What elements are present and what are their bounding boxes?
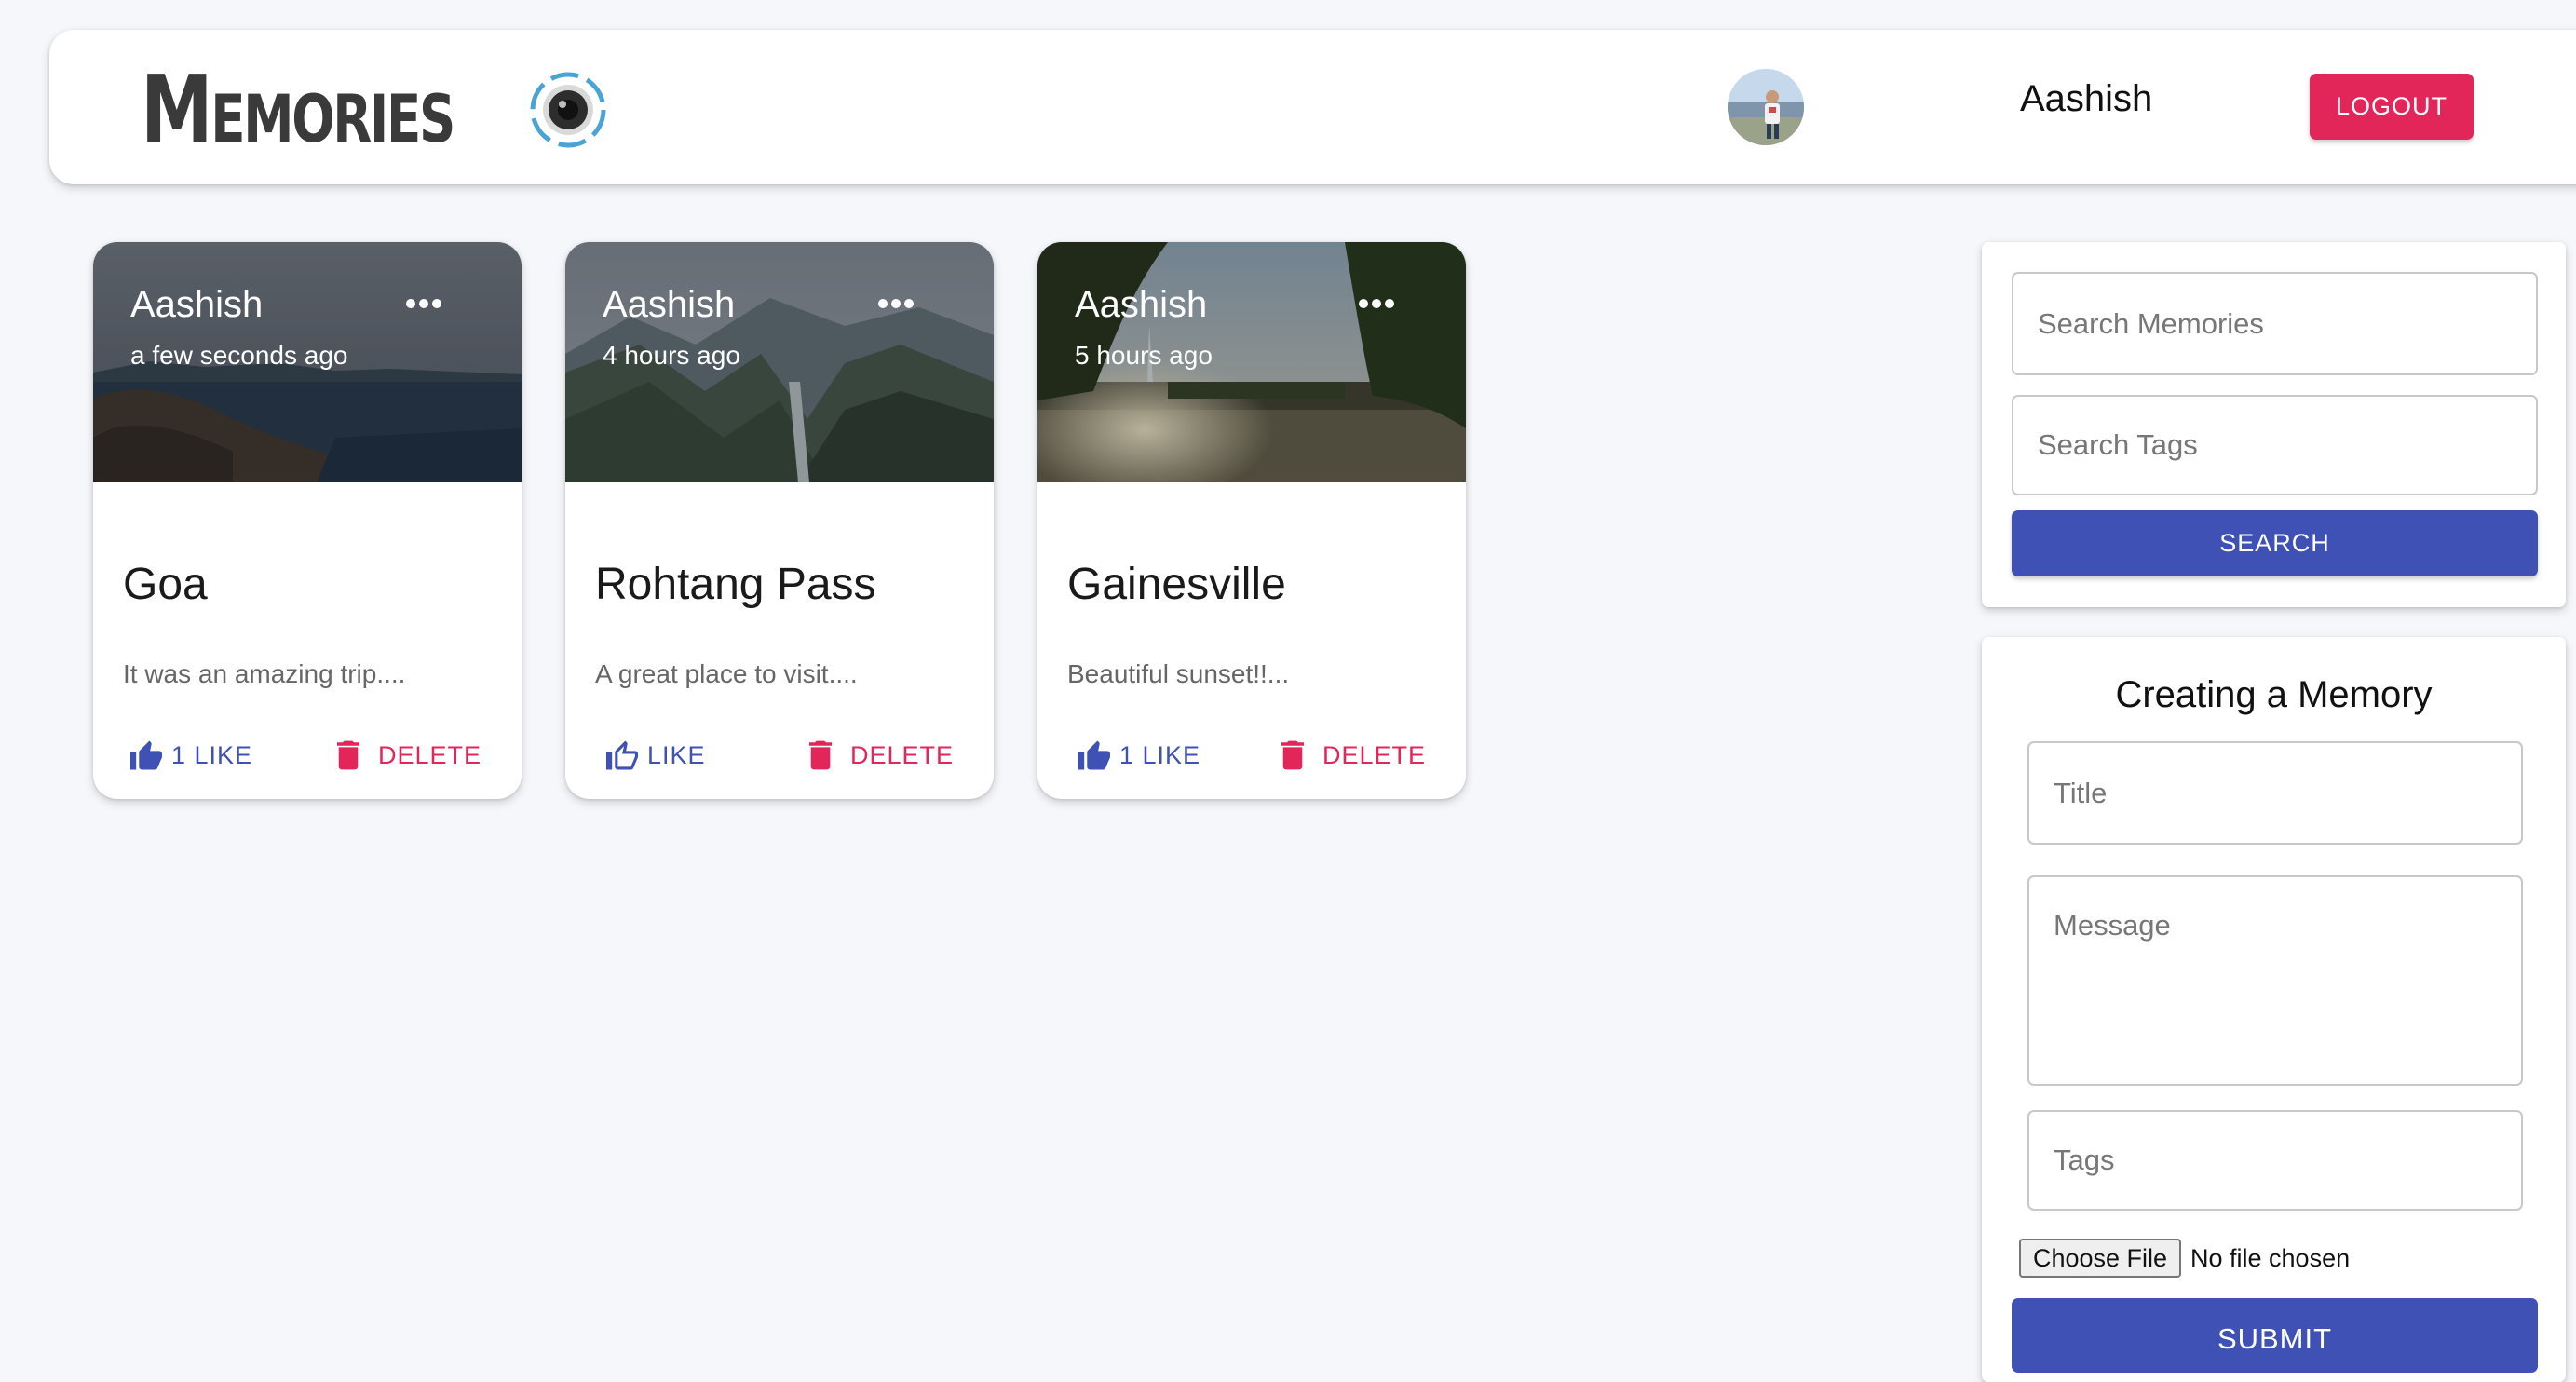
like-button[interactable]: 1 LIKE bbox=[129, 726, 252, 784]
post-author: Aashish bbox=[130, 284, 264, 325]
search-tags-input[interactable] bbox=[2012, 395, 2538, 495]
post-message: It was an amazing trip.... bbox=[123, 659, 406, 688]
user-name: Aashish bbox=[2020, 78, 2153, 119]
avatar[interactable] bbox=[1728, 69, 1804, 145]
delete-button[interactable]: DELETE bbox=[1281, 726, 1426, 784]
submit-button[interactable]: SUBMIT bbox=[2012, 1298, 2538, 1373]
post-card: Aashish a few seconds ago Goa It was an … bbox=[93, 242, 522, 799]
post-time: a few seconds ago bbox=[130, 341, 348, 370]
camera-lens-icon bbox=[530, 72, 606, 148]
message-textarea[interactable] bbox=[2027, 875, 2523, 1086]
search-button[interactable]: SEARCH bbox=[2012, 510, 2538, 576]
post-title: Goa bbox=[123, 560, 208, 609]
more-horiz-icon bbox=[1359, 299, 1394, 308]
search-memories-input[interactable] bbox=[2012, 272, 2538, 375]
title-input[interactable] bbox=[2027, 741, 2523, 845]
delete-button[interactable]: DELETE bbox=[337, 726, 481, 784]
avatar-photo bbox=[1728, 69, 1804, 145]
more-horiz-icon bbox=[878, 299, 914, 308]
post-author: Aashish bbox=[1075, 284, 1208, 325]
brand[interactable]: Memories bbox=[141, 63, 608, 156]
post-card: Aashish 4 hours ago Rohtang Pass A great… bbox=[565, 242, 994, 799]
thumb-up-filled-icon bbox=[130, 740, 162, 770]
trash-icon bbox=[1281, 740, 1304, 770]
post-title: Gainesville bbox=[1067, 560, 1286, 609]
brand-title: Memories bbox=[141, 55, 455, 164]
more-options-button[interactable] bbox=[396, 276, 452, 332]
more-options-button[interactable] bbox=[868, 276, 924, 332]
trash-icon bbox=[337, 740, 359, 770]
like-label: 1 LIKE bbox=[1119, 740, 1201, 769]
post-title: Rohtang Pass bbox=[595, 560, 876, 609]
post-message: Beautiful sunset!!... bbox=[1067, 659, 1290, 688]
form-heading: Creating a Memory bbox=[2115, 674, 2433, 715]
more-options-button[interactable] bbox=[1349, 276, 1404, 332]
search-panel: SEARCH bbox=[1982, 242, 2566, 607]
delete-label: DELETE bbox=[378, 740, 482, 769]
post-author: Aashish bbox=[603, 284, 736, 325]
file-picker: Choose File No file chosen bbox=[2019, 1239, 2350, 1278]
app-bar: Memories Aashish LOGOUT bbox=[49, 30, 2576, 184]
thumb-up-filled-icon bbox=[1078, 740, 1110, 770]
tags-input[interactable] bbox=[2027, 1110, 2523, 1211]
post-time: 5 hours ago bbox=[1075, 341, 1213, 370]
delete-button[interactable]: DELETE bbox=[809, 726, 954, 784]
thumb-up-outline-icon bbox=[606, 740, 638, 770]
post-time: 4 hours ago bbox=[603, 341, 740, 370]
trash-icon bbox=[809, 740, 832, 770]
more-horiz-icon bbox=[406, 299, 441, 308]
post-card: Aashish 5 hours ago Gainesville Beautifu… bbox=[1037, 242, 1466, 799]
create-memory-form: Creating a Memory Choose File No file ch… bbox=[1982, 637, 2566, 1382]
like-label: 1 LIKE bbox=[171, 740, 253, 769]
choose-file-button[interactable]: Choose File bbox=[2019, 1239, 2181, 1278]
like-button[interactable]: LIKE bbox=[604, 726, 706, 784]
delete-label: DELETE bbox=[1322, 740, 1427, 769]
delete-label: DELETE bbox=[850, 740, 955, 769]
logout-button[interactable]: LOGOUT bbox=[2310, 74, 2474, 140]
like-label: LIKE bbox=[647, 740, 706, 769]
like-button[interactable]: 1 LIKE bbox=[1077, 726, 1200, 784]
post-message: A great place to visit.... bbox=[595, 659, 858, 688]
file-status: No file chosen bbox=[2190, 1243, 2351, 1272]
